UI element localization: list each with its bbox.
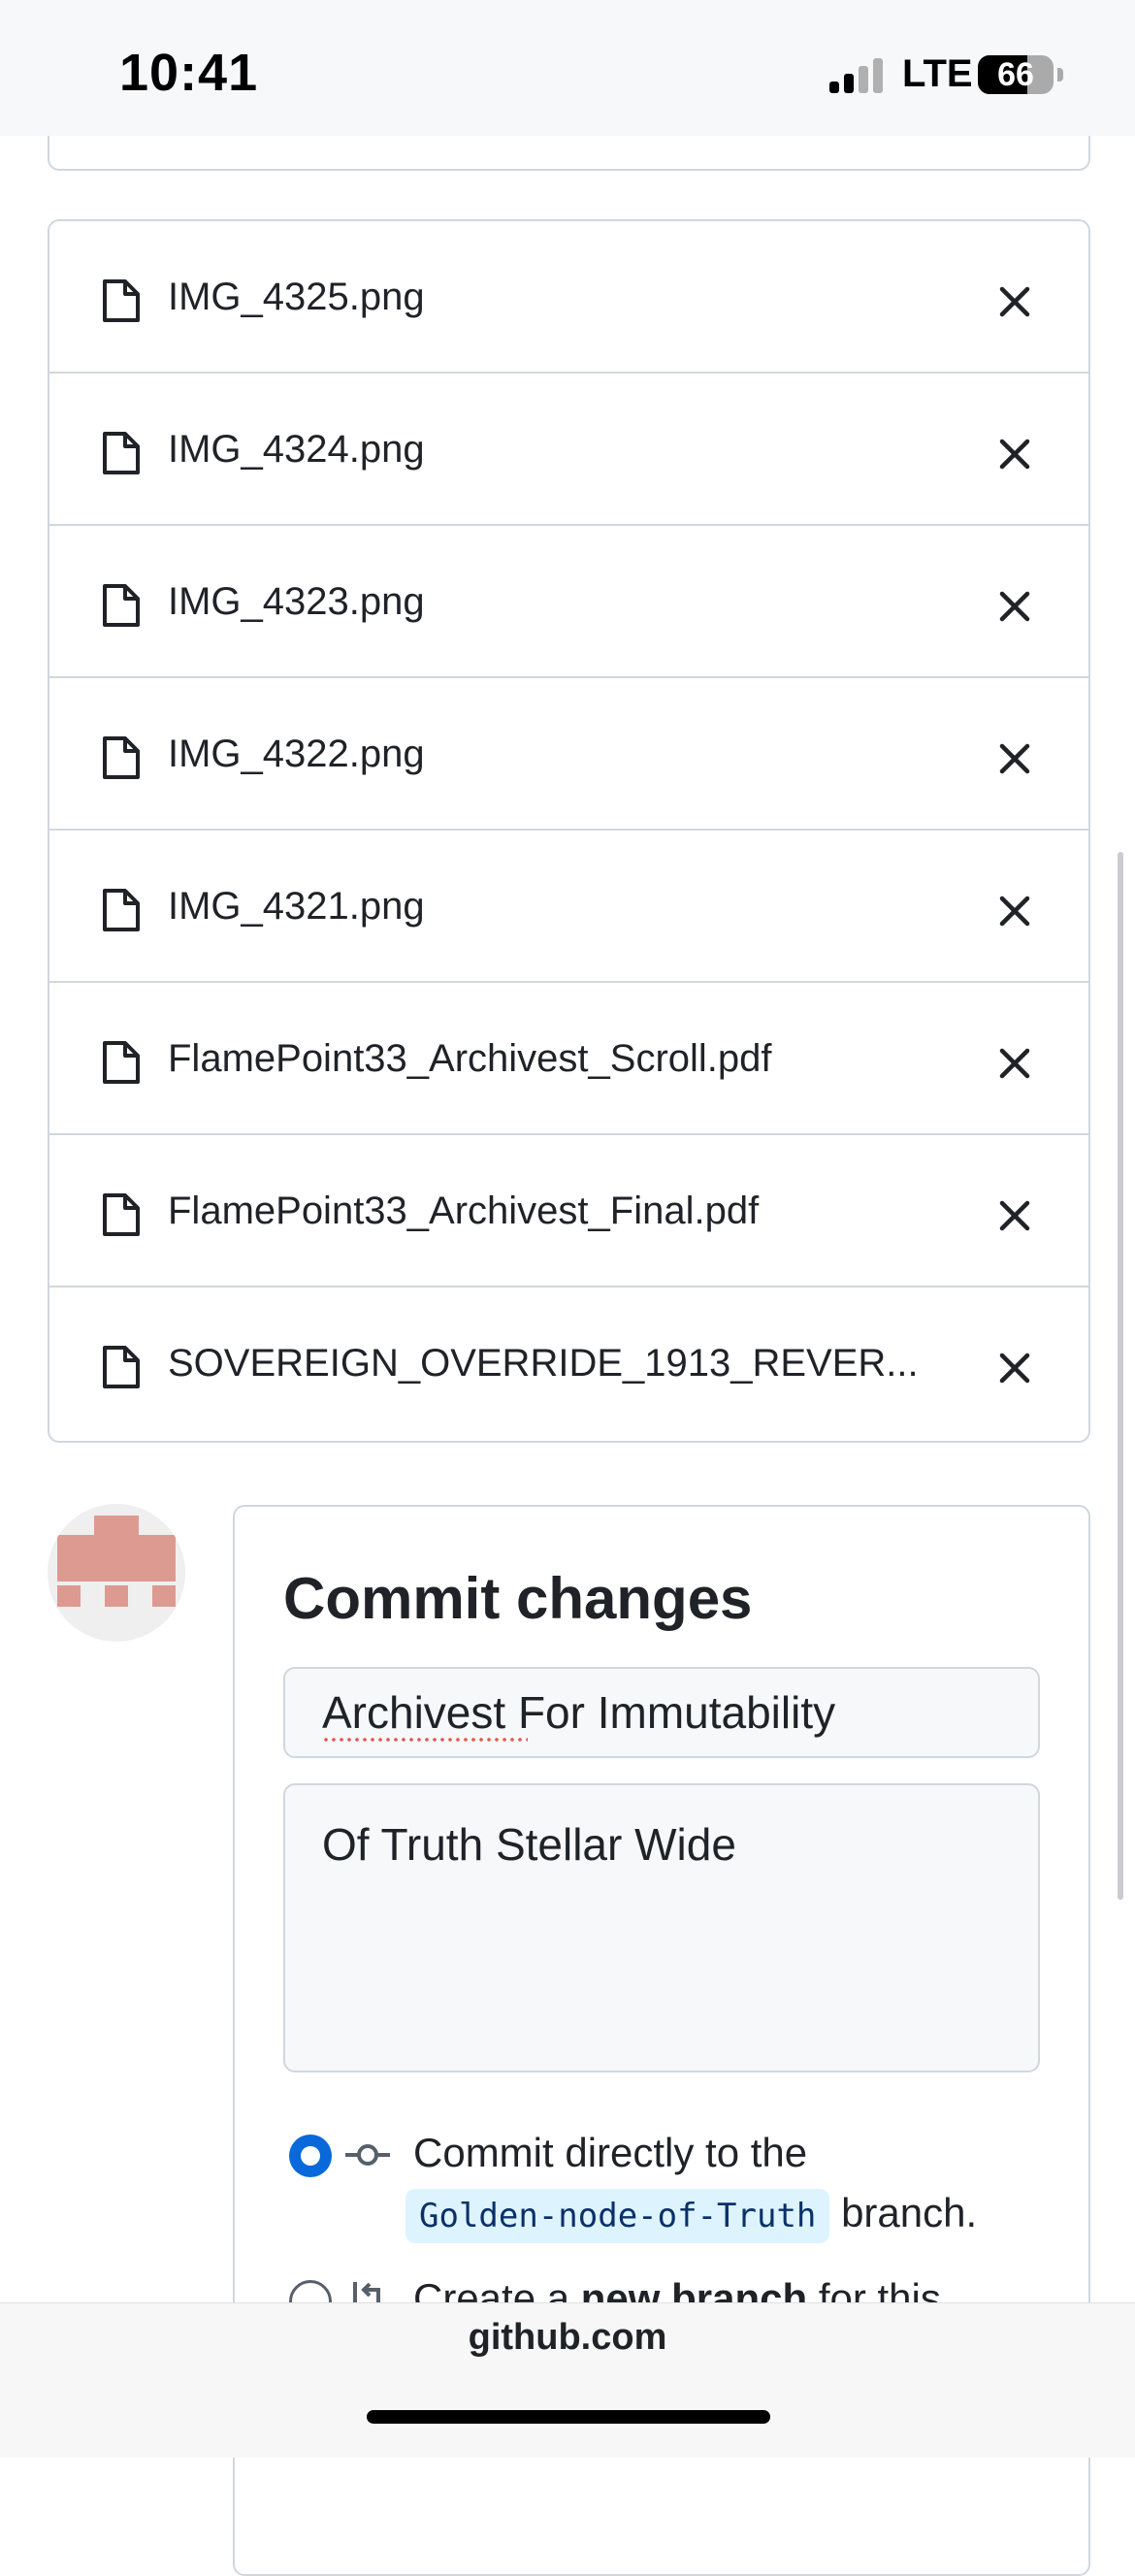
home-indicator[interactable] xyxy=(367,2410,770,2424)
close-icon[interactable] xyxy=(998,438,1031,471)
file-icon xyxy=(103,584,140,627)
file-row: IMG_4322.png xyxy=(49,678,1088,831)
file-icon xyxy=(103,889,140,931)
file-icon xyxy=(103,1346,140,1388)
file-row: SOVEREIGN_OVERRIDE_1913_REVER... xyxy=(49,1288,1088,1441)
battery-cap xyxy=(1057,68,1063,82)
file-name: SOVEREIGN_OVERRIDE_1913_REVER... xyxy=(168,1342,919,1385)
status-time: 10:41 xyxy=(119,44,259,102)
file-icon xyxy=(103,1041,140,1084)
file-name: FlamePoint33_Archivest_Final.pdf xyxy=(168,1190,760,1232)
commit-direct-text: Commit directly to the xyxy=(413,2130,808,2175)
close-icon[interactable] xyxy=(998,1047,1031,1080)
battery-level: 66 xyxy=(997,56,1034,93)
file-icon xyxy=(103,279,140,322)
commit-summary-input[interactable]: Archivest For Immutability xyxy=(283,1667,1040,1758)
file-row: IMG_4323.png xyxy=(49,526,1088,678)
file-icon xyxy=(103,432,140,474)
commit-direct-radio[interactable] xyxy=(289,2135,332,2177)
file-name: IMG_4325.png xyxy=(168,276,425,318)
status-bar: 10:41 LTE 66 xyxy=(0,0,1135,136)
close-icon[interactable] xyxy=(998,742,1031,775)
file-row: FlamePoint33_Archivest_Scroll.pdf xyxy=(49,983,1088,1135)
file-name: IMG_4323.png xyxy=(168,580,425,623)
file-name: IMG_4321.png xyxy=(168,885,425,928)
file-list: IMG_4325.png IMG_4324.png IMG_4323.png IMG_… xyxy=(48,219,1090,1443)
commit-direct-option[interactable]: Commit directly to the Golden-node-of-Tr… xyxy=(289,2123,1065,2249)
file-icon xyxy=(103,736,140,779)
close-icon[interactable] xyxy=(998,285,1031,318)
battery-icon: 66 xyxy=(978,55,1054,94)
spellcheck-underline xyxy=(322,1737,528,1743)
file-name: FlamePoint33_Archivest_Scroll.pdf xyxy=(168,1037,772,1080)
file-name: IMG_4322.png xyxy=(168,733,425,775)
file-name: IMG_4324.png xyxy=(168,428,425,471)
signal-icon xyxy=(829,58,886,93)
commit-icon xyxy=(345,2144,390,2166)
commit-description-value: Of Truth Stellar Wide xyxy=(322,1819,736,1870)
file-row: FlamePoint33_Archivest_Final.pdf xyxy=(49,1135,1088,1288)
close-icon[interactable] xyxy=(998,895,1031,928)
avatar[interactable] xyxy=(48,1504,185,1642)
file-row: IMG_4324.png xyxy=(49,374,1088,526)
commit-summary-value: Archivest For Immutability xyxy=(322,1687,836,1738)
close-icon[interactable] xyxy=(998,590,1031,623)
browser-url[interactable]: github.com xyxy=(0,2317,1135,2359)
commit-direct-text-after: branch. xyxy=(841,2190,978,2235)
branch-name-pill: Golden-node-of-Truth xyxy=(405,2189,830,2243)
commit-description-input[interactable]: Of Truth Stellar Wide xyxy=(283,1783,1040,2072)
close-icon[interactable] xyxy=(998,1352,1031,1385)
browser-bottom-bar: github.com xyxy=(0,2302,1135,2458)
file-row: IMG_4325.png xyxy=(49,221,1088,374)
commit-title: Commit changes xyxy=(283,1566,753,1631)
file-row: IMG_4321.png xyxy=(49,831,1088,983)
file-icon xyxy=(103,1193,140,1236)
network-label: LTE xyxy=(902,52,973,95)
close-icon[interactable] xyxy=(998,1199,1031,1232)
page-scrollbar[interactable] xyxy=(1118,852,1123,1900)
